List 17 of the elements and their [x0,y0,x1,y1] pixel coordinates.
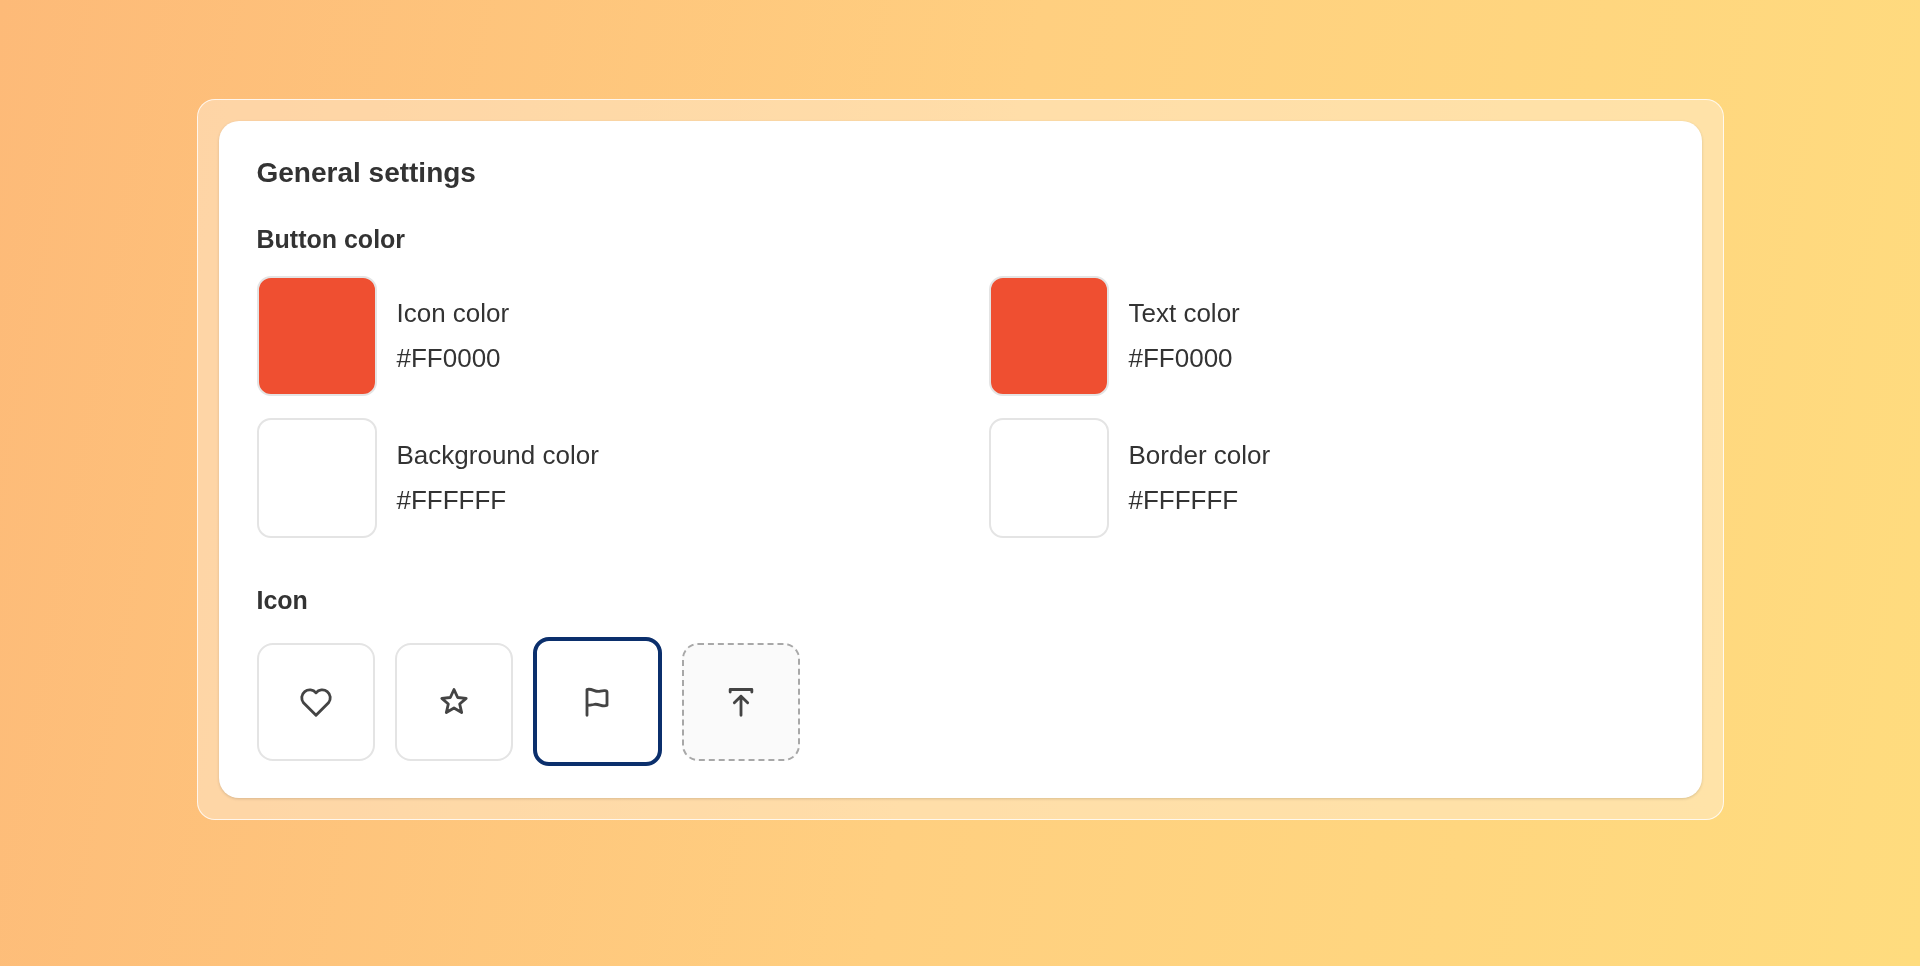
color-label: Icon color [396,298,510,329]
color-value: #FF0000 [1128,343,1234,374]
upload-button[interactable] [681,642,800,761]
color-value: #FF0000 [396,343,502,374]
color-value: #FFFFFF [1128,485,1240,516]
color-swatch[interactable] [988,276,1109,396]
color-swatch[interactable] [256,276,377,396]
section-heading: Button color [256,225,407,254]
section-heading: Icon [256,586,309,615]
color-label: Text color [1128,298,1240,329]
color-swatch[interactable] [988,418,1109,538]
color-label: Border color [1128,440,1271,471]
color-swatch[interactable] [256,418,377,538]
color-label: Background color [396,440,599,471]
card-title: General settings [256,157,477,189]
color-value: #FFFFFF [396,485,508,516]
icon-option[interactable] [532,637,662,766]
